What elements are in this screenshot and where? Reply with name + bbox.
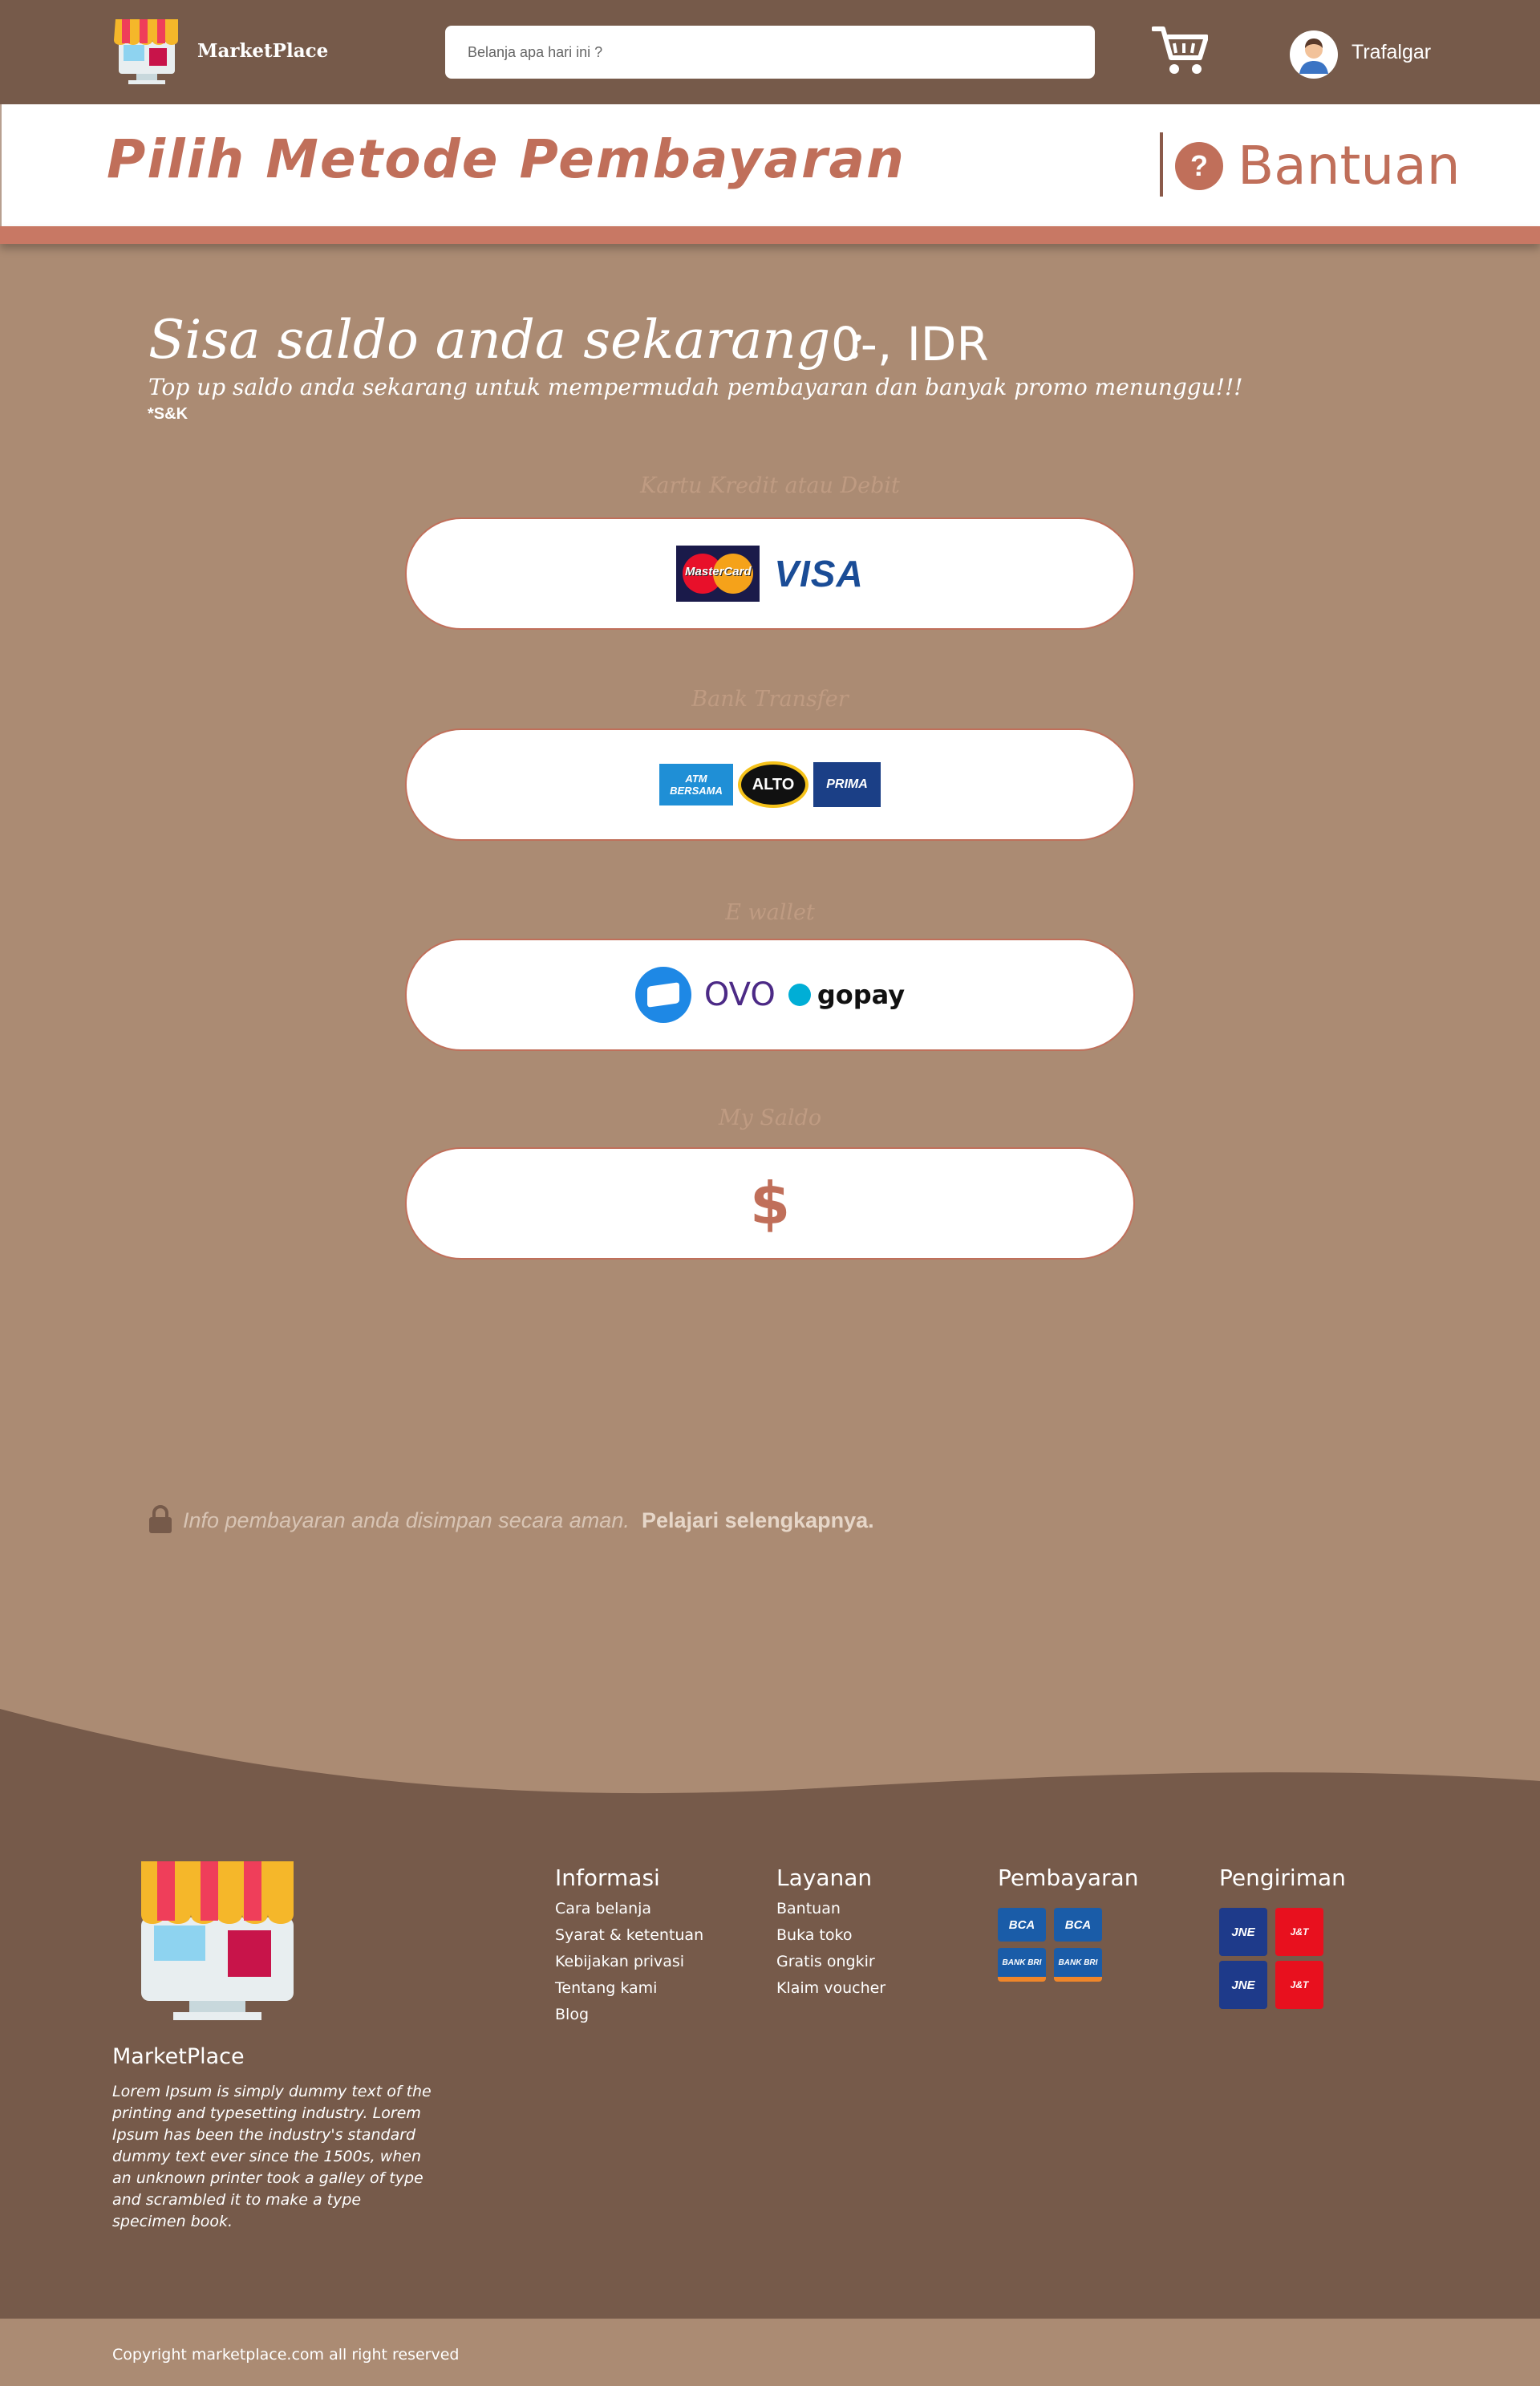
payment-section-label-ewallet: E wallet bbox=[725, 900, 815, 925]
jnt-badge: J&T bbox=[1275, 1961, 1323, 2009]
user-icon bbox=[1291, 31, 1337, 78]
prima-logo: PRIMA bbox=[813, 762, 881, 807]
footer-col-title-pengiriman: Pengiriman bbox=[1219, 1865, 1346, 1891]
help-link[interactable]: Bantuan bbox=[1238, 135, 1461, 197]
payment-section-label-bank: Bank Transfer bbox=[691, 687, 849, 712]
jne-badge: JNE bbox=[1219, 1961, 1267, 2009]
footer-wave bbox=[0, 1709, 1540, 1861]
user-avatar[interactable] bbox=[1290, 30, 1338, 79]
footer-link[interactable]: Gratis ongkir bbox=[776, 1953, 875, 1970]
footer-col-title-informasi: Informasi bbox=[555, 1865, 660, 1891]
help-icon[interactable]: ? bbox=[1175, 142, 1223, 190]
ovo-logo: OVO bbox=[703, 976, 776, 1013]
jne-badge: JNE bbox=[1219, 1908, 1267, 1956]
gopay-icon bbox=[788, 984, 811, 1006]
alto-logo: ALTO bbox=[738, 761, 808, 808]
footer-brand-name: MarketPlace bbox=[112, 2044, 245, 2069]
bri-badge: BANK BRI bbox=[1054, 1948, 1102, 1982]
lock-icon bbox=[149, 1505, 172, 1533]
footer-link[interactable]: Kebijakan privasi bbox=[555, 1953, 684, 1970]
payment-option-my-saldo[interactable]: $ bbox=[405, 1147, 1135, 1260]
dollar-icon: $ bbox=[749, 1170, 791, 1237]
footer-col-title-pembayaran: Pembayaran bbox=[998, 1865, 1139, 1891]
payment-option-bank-transfer[interactable]: ATM BERSAMA ALTO PRIMA bbox=[405, 728, 1135, 841]
payment-section-label-saldo: My Saldo bbox=[718, 1106, 822, 1130]
footer-link[interactable]: Klaim voucher bbox=[776, 1979, 886, 1997]
bri-badge: BANK BRI bbox=[998, 1948, 1046, 1982]
brand-name[interactable]: MarketPlace bbox=[197, 40, 328, 62]
store-logo-icon[interactable] bbox=[112, 18, 181, 88]
terms-link[interactable]: *S&K bbox=[148, 405, 188, 424]
mastercard-logo: MasterCard bbox=[676, 546, 760, 602]
secure-info-text: Info pembayaran anda disimpan secara ama… bbox=[183, 1508, 630, 1532]
ovo-wallet-icon bbox=[634, 967, 691, 1023]
balance-label: Sisa saldo anda sekarang : bbox=[148, 309, 865, 371]
balance-value: 0-, IDR bbox=[831, 317, 989, 371]
title-bar-underline bbox=[0, 226, 1540, 244]
cart-icon[interactable] bbox=[1152, 24, 1208, 77]
payment-option-ewallet[interactable]: OVO gopay bbox=[405, 939, 1135, 1051]
bca-badge: BCA bbox=[1054, 1908, 1102, 1942]
footer-description: Lorem Ipsum is simply dummy text of the … bbox=[112, 2083, 432, 2230]
username-label[interactable]: Trafalgar bbox=[1352, 41, 1431, 64]
payment-option-card[interactable]: MasterCard VISA bbox=[405, 517, 1135, 630]
gopay-logo: gopay bbox=[817, 980, 906, 1010]
title-divider bbox=[1160, 132, 1163, 197]
footer-link[interactable]: Tentang kami bbox=[555, 1979, 657, 1997]
store-logo-icon bbox=[141, 1861, 294, 2020]
page-title: Pilih Metode Pembayaran bbox=[107, 128, 906, 190]
footer-link[interactable]: Bantuan bbox=[776, 1900, 841, 1917]
payment-section-label-card: Kartu Kredit atau Debit bbox=[640, 473, 900, 498]
footer-link[interactable]: Syarat & ketentuan bbox=[555, 1926, 703, 1944]
bca-badge: BCA bbox=[998, 1908, 1046, 1942]
footer-link[interactable]: Blog bbox=[555, 2006, 589, 2023]
atm-bersama-logo: ATM BERSAMA bbox=[659, 764, 733, 805]
footer-link[interactable]: Cara belanja bbox=[555, 1900, 651, 1917]
topup-promo-text: Top up saldo anda sekarang untuk memperm… bbox=[148, 374, 1243, 400]
footer-link[interactable]: Buka toko bbox=[776, 1926, 852, 1944]
learn-more-link[interactable]: Pelajari selengkapnya. bbox=[642, 1508, 874, 1533]
visa-logo: VISA bbox=[774, 553, 864, 594]
search-input[interactable] bbox=[445, 26, 1095, 79]
copyright-text: Copyright marketplace.com all right rese… bbox=[112, 2346, 460, 2364]
jnt-badge: J&T bbox=[1275, 1908, 1323, 1956]
footer-col-title-layanan: Layanan bbox=[776, 1865, 873, 1891]
